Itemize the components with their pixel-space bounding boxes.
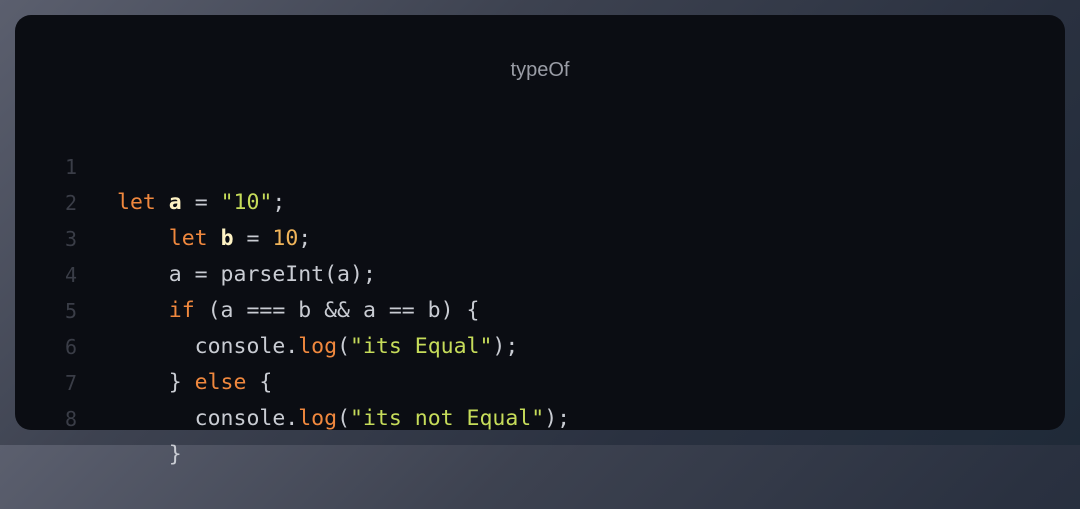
- window-title: typeOf: [510, 59, 570, 81]
- plain-token: }: [168, 442, 182, 467]
- punctuation-token: (: [337, 406, 351, 431]
- code-line: 2 let b = 10;: [15, 149, 1065, 251]
- code-window: typeOf 1 let a = "10"; 2 let b = 10; 3 a…: [15, 15, 1065, 467]
- punctuation-token: );: [544, 406, 571, 431]
- code-line: 8 }: [15, 365, 1065, 467]
- code-line-content: }: [117, 437, 182, 473]
- code-line: 1 let a = "10";: [15, 113, 1065, 215]
- code-line: 3 a = parseInt(a);: [15, 185, 1065, 287]
- code-line: 5 console.log("its Equal");: [15, 257, 1065, 359]
- code-line: 6 } else {: [15, 293, 1065, 395]
- code-line-content: console.log("its not Equal");: [117, 401, 570, 437]
- string-token: "its not Equal": [350, 406, 545, 431]
- code-block: 1 let a = "10"; 2 let b = 10; 3 a = pars…: [15, 113, 1065, 467]
- code-line: 4 if (a === b && a == b) {: [15, 221, 1065, 323]
- line-number: 8: [64, 407, 77, 431]
- object-token: console.: [194, 406, 299, 431]
- code-line: 7 console.log("its not Equal");: [15, 329, 1065, 431]
- function-token: log: [298, 406, 338, 431]
